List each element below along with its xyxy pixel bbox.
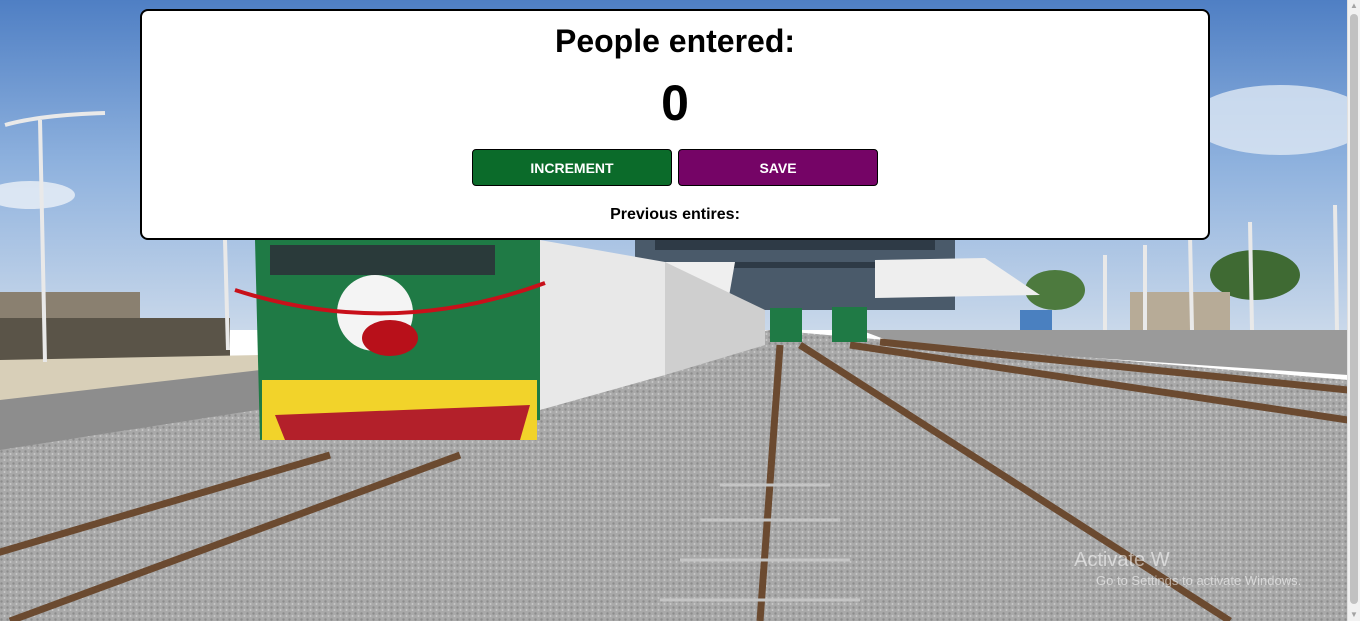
scroll-up-arrow-icon[interactable]: ▲ — [1348, 0, 1360, 12]
button-row: INCREMENT SAVE — [142, 149, 1208, 186]
scrollbar-thumb[interactable] — [1350, 14, 1358, 604]
windows-activation-watermark: Activate W Go to Settings to activate Wi… — [1074, 548, 1301, 590]
increment-button[interactable]: INCREMENT — [472, 149, 672, 186]
page-title: People entered: — [554, 23, 796, 59]
watermark-subtitle: Go to Settings to activate Windows. — [1096, 573, 1302, 588]
scroll-down-arrow-icon[interactable]: ▼ — [1348, 609, 1360, 621]
vertical-scrollbar[interactable]: ▲ ▼ — [1347, 0, 1360, 621]
counter-card: People entered: 0 INCREMENT SAVE Previou… — [140, 9, 1210, 240]
count-display: 0 — [661, 75, 689, 131]
watermark-title: Activate W — [1074, 549, 1170, 571]
page: People entered: 0 INCREMENT SAVE Previou… — [0, 0, 1360, 621]
previous-entries-label: Previous entires: — [610, 206, 740, 223]
save-button[interactable]: SAVE — [678, 149, 878, 186]
